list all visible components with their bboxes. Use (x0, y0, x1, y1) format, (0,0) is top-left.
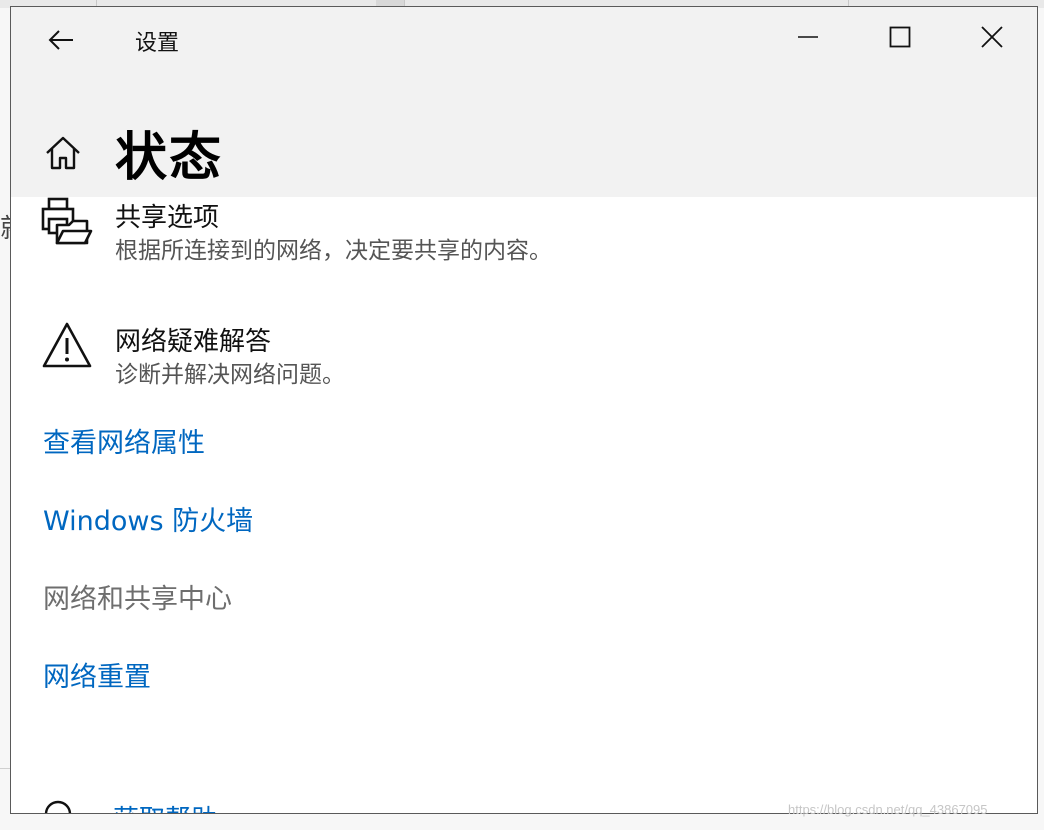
network-troubleshooter-description: 诊断并解决网络问题。 (115, 362, 345, 388)
background-divider (0, 768, 10, 769)
back-button[interactable] (41, 23, 81, 57)
back-arrow-icon (48, 30, 73, 50)
home-icon[interactable] (43, 133, 83, 173)
network-troubleshooter-item[interactable]: 网络疑难解答 诊断并解决网络问题。 (41, 321, 641, 401)
settings-window: 设置 状态 共享选项 根据所连接到的网络，决定要共享的内容。 网络疑难解答 诊断… (10, 6, 1038, 814)
network-troubleshooter-title: 网络疑难解答 (115, 327, 272, 357)
network-reset-link[interactable]: 网络重置 (43, 655, 151, 694)
network-sharing-center-link[interactable]: 网络和共享中心 (43, 577, 232, 616)
minimize-button[interactable] (785, 17, 831, 57)
get-help-label: 获取帮助 (113, 799, 217, 813)
warning-icon (42, 322, 92, 368)
windows-firewall-link[interactable]: Windows 防火墙 (43, 499, 253, 538)
sharing-options-description: 根据所连接到的网络，决定要共享的内容。 (115, 238, 552, 264)
help-chat-icon (44, 800, 72, 813)
get-help-item[interactable]: 获取帮助 (43, 799, 243, 813)
app-title: 设置 (135, 31, 180, 56)
printer-folder-icon (41, 197, 93, 245)
close-icon (981, 26, 1003, 48)
maximize-button[interactable] (877, 17, 923, 57)
watermark-text: https://blog.csdn.net/qq_43867095 (788, 802, 988, 817)
view-network-properties-link[interactable]: 查看网络属性 (43, 421, 205, 460)
sharing-options-title: 共享选项 (115, 203, 220, 233)
maximize-icon (889, 26, 911, 48)
sharing-options-item[interactable]: 共享选项 根据所连接到的网络，决定要共享的内容。 (41, 197, 641, 277)
page-title: 状态 (115, 128, 224, 188)
background-text-fragment: 就 (0, 208, 10, 245)
minimize-icon (798, 36, 818, 38)
close-button[interactable] (969, 17, 1015, 57)
